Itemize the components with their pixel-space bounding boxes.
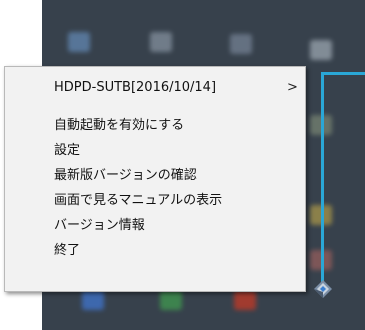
menu-item-label: バージョン情報	[54, 218, 145, 233]
tray-icon-blurred[interactable]	[160, 290, 182, 310]
menu-item-label: 自動起動を有効にする	[54, 118, 185, 133]
menu-item-label: HDPD-SUTB[2016/10/14]	[54, 80, 217, 95]
tray-icon-blurred[interactable]	[150, 32, 172, 52]
menu-item-version-info[interactable]: バージョン情報	[5, 214, 305, 238]
menu-item-label: 画面で見るマニュアルの表示	[54, 193, 223, 208]
menu-item-settings[interactable]: 設定	[5, 139, 305, 163]
tray-icon-blurred[interactable]	[234, 290, 256, 310]
context-menu: HDPD-SUTB[2016/10/14] > 自動起動を有効にする 設定 最新…	[4, 66, 306, 292]
menu-item-show-manual[interactable]: 画面で見るマニュアルの表示	[5, 189, 305, 213]
callout-line-vertical	[321, 72, 324, 282]
tray-icon-blurred[interactable]	[68, 32, 90, 52]
hdpd-tray-icon[interactable]	[313, 279, 333, 299]
tray-icon-blurred[interactable]	[82, 290, 104, 310]
callout-line-horizontal	[321, 72, 365, 75]
menu-item-label: 設定	[54, 143, 81, 158]
menu-item-label: 終了	[54, 243, 81, 258]
tray-icon-blurred[interactable]	[230, 34, 252, 54]
menu-item-label: 最新版バージョンの確認	[54, 168, 197, 183]
chevron-right-icon: >	[287, 80, 298, 95]
menu-item-hdpd-sutb[interactable]: HDPD-SUTB[2016/10/14] >	[5, 76, 305, 100]
menu-item-exit[interactable]: 終了	[5, 239, 305, 263]
tray-icon-blurred[interactable]	[310, 40, 332, 60]
menu-item-enable-autostart[interactable]: 自動起動を有効にする	[5, 114, 305, 138]
menu-item-check-latest-version[interactable]: 最新版バージョンの確認	[5, 164, 305, 188]
